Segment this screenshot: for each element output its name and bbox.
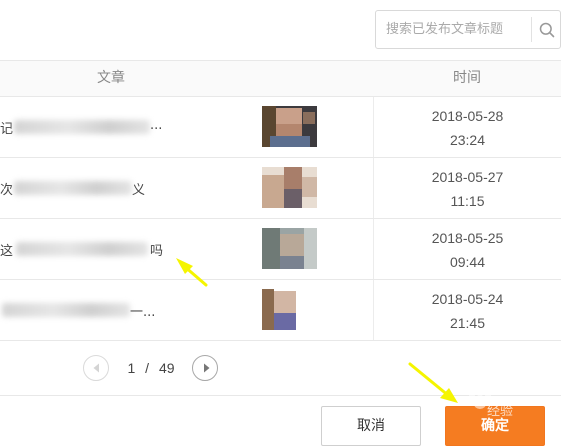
article-title[interactable]: 次 义 <box>0 158 230 218</box>
article-title[interactable]: 记 ... <box>0 97 230 157</box>
article-title-end: 吗 <box>150 244 164 259</box>
column-header-time: 时间 <box>453 70 481 86</box>
article-title-start: 这 <box>0 244 14 259</box>
table-row[interactable]: 记 ... 2018-05-28 23:24 <box>0 97 561 158</box>
article-thumbnail <box>262 228 317 269</box>
publish-time: 09:44 <box>449 254 486 270</box>
search-divider <box>531 17 532 42</box>
table-row[interactable]: 次 义 2018-05-27 11:15 <box>0 158 561 219</box>
publish-date: 2018-05-27 <box>431 169 504 185</box>
article-title-start: 记 <box>0 122 14 137</box>
blurred-title <box>14 181 132 195</box>
table-row[interactable]: 一... 2018-05-24 21:45 <box>0 280 561 341</box>
pagination: 1 / 49 <box>0 341 561 396</box>
watermark-text: 经验 <box>487 404 514 419</box>
triangle-right-icon <box>204 363 210 373</box>
publish-date: 2018-05-25 <box>431 230 504 246</box>
article-thumbnail <box>262 167 317 208</box>
publish-time: 21:45 <box>449 315 486 331</box>
blurred-title <box>16 242 148 256</box>
next-page-button[interactable] <box>192 355 218 381</box>
page-indicator: 1 / 49 <box>116 360 186 376</box>
table-row[interactable]: 这 吗 2018-05-25 09:44 <box>0 219 561 280</box>
cancel-button[interactable]: 取消 <box>321 406 421 446</box>
triangle-left-icon <box>93 363 99 373</box>
publish-date: 2018-05-24 <box>431 291 504 307</box>
search-icon <box>539 22 555 38</box>
current-page: 1 <box>127 360 136 376</box>
search-button[interactable] <box>534 11 561 48</box>
article-title[interactable]: 这 吗 <box>0 219 230 279</box>
article-title-end: ... <box>150 118 163 133</box>
search-input[interactable] <box>376 11 532 48</box>
page-separator: / <box>145 360 150 376</box>
prev-page-button[interactable] <box>83 355 109 381</box>
publish-time: 23:24 <box>449 132 486 148</box>
search-box <box>375 10 561 49</box>
article-title-end: 义 <box>132 183 146 198</box>
publish-time: 11:15 <box>450 193 485 209</box>
blurred-title <box>2 303 130 317</box>
total-pages: 49 <box>158 360 175 376</box>
column-header-article: 文章 <box>97 70 125 86</box>
article-thumbnail <box>262 106 317 147</box>
publish-date: 2018-05-28 <box>431 108 504 124</box>
article-thumbnail <box>262 289 317 330</box>
article-title[interactable]: 一... <box>0 280 230 340</box>
article-title-end: 一... <box>130 305 156 320</box>
blurred-title <box>14 120 150 134</box>
article-title-start: 次 <box>0 183 14 198</box>
table-header: 文章 时间 <box>0 61 561 97</box>
